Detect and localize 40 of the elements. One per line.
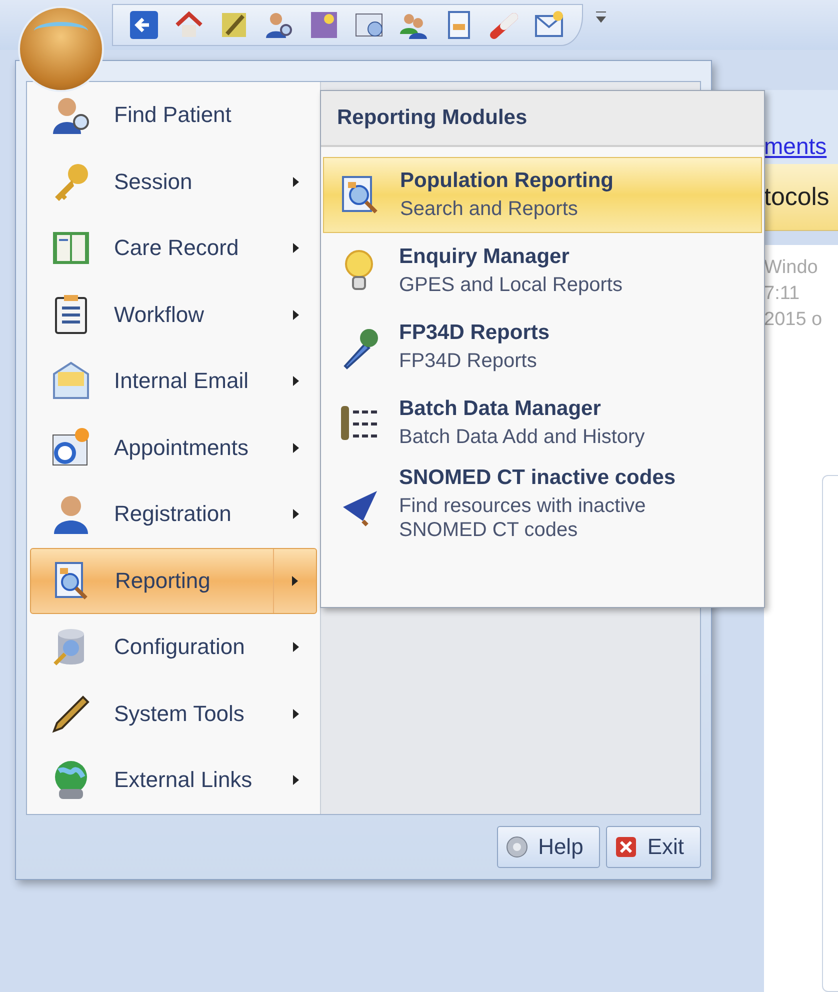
person-search-icon[interactable] — [264, 10, 294, 40]
menu-item[interactable]: Session — [30, 148, 317, 215]
module-title: SNOMED CT inactive codes — [399, 466, 677, 490]
home-icon[interactable] — [174, 10, 204, 40]
help-button[interactable]: Help — [497, 826, 600, 868]
module-description: Search and Reports — [400, 197, 579, 221]
menu-item[interactable]: Internal Email — [30, 348, 317, 414]
close-icon — [615, 836, 638, 858]
menu-item[interactable]: External Links — [30, 747, 317, 814]
menu-item[interactable]: Find Patient — [30, 82, 317, 148]
menu-item[interactable]: Care Record — [30, 215, 317, 282]
module-description: GPES and Local Reports — [399, 273, 622, 297]
menu-item[interactable]: Configuration — [30, 614, 317, 680]
menu-item[interactable]: System Tools — [30, 680, 317, 747]
menu-item[interactable]: Registration — [30, 481, 317, 548]
submenu-title: Reporting Modules — [321, 91, 764, 147]
submenu-item[interactable]: SNOMED CT inactive codes Find resources with inactive SNOMED CT codes — [323, 461, 762, 547]
tab[interactable]: tocols — [764, 164, 838, 231]
back-icon[interactable] — [129, 10, 159, 40]
module-title: Population Reporting — [400, 169, 614, 193]
submenu-item[interactable]: Enquiry Manager GPES and Local Reports — [323, 233, 762, 309]
module-description: Batch Data Add and History — [399, 425, 645, 449]
module-description: FP34D Reports — [399, 349, 538, 373]
envelope-icon[interactable] — [534, 10, 564, 40]
module-title: Enquiry Manager — [399, 245, 570, 269]
exit-button[interactable]: Exit — [606, 826, 701, 868]
submenu-item[interactable]: Batch Data Manager Batch Data Add and History — [323, 385, 762, 461]
module-title: Batch Data Manager — [399, 397, 602, 421]
menu-item[interactable]: Reporting — [30, 548, 317, 614]
module-title: FP34D Reports — [399, 321, 550, 345]
menu-item[interactable]: Appointments — [30, 414, 317, 481]
menu-item[interactable]: Workflow — [30, 282, 317, 348]
help-icon — [506, 836, 528, 858]
submenu-item[interactable]: FP34D Reports FP34D Reports — [323, 309, 762, 385]
image-icon[interactable] — [309, 10, 339, 40]
pill-icon[interactable] — [489, 10, 519, 40]
module-description: Find resources with inactive SNOMED CT codes — [399, 494, 647, 542]
pencil-icon[interactable] — [219, 10, 249, 40]
submenu-item[interactable]: Population Reporting Search and Reports — [323, 157, 762, 233]
customize-dropdown-icon[interactable] — [595, 10, 607, 24]
